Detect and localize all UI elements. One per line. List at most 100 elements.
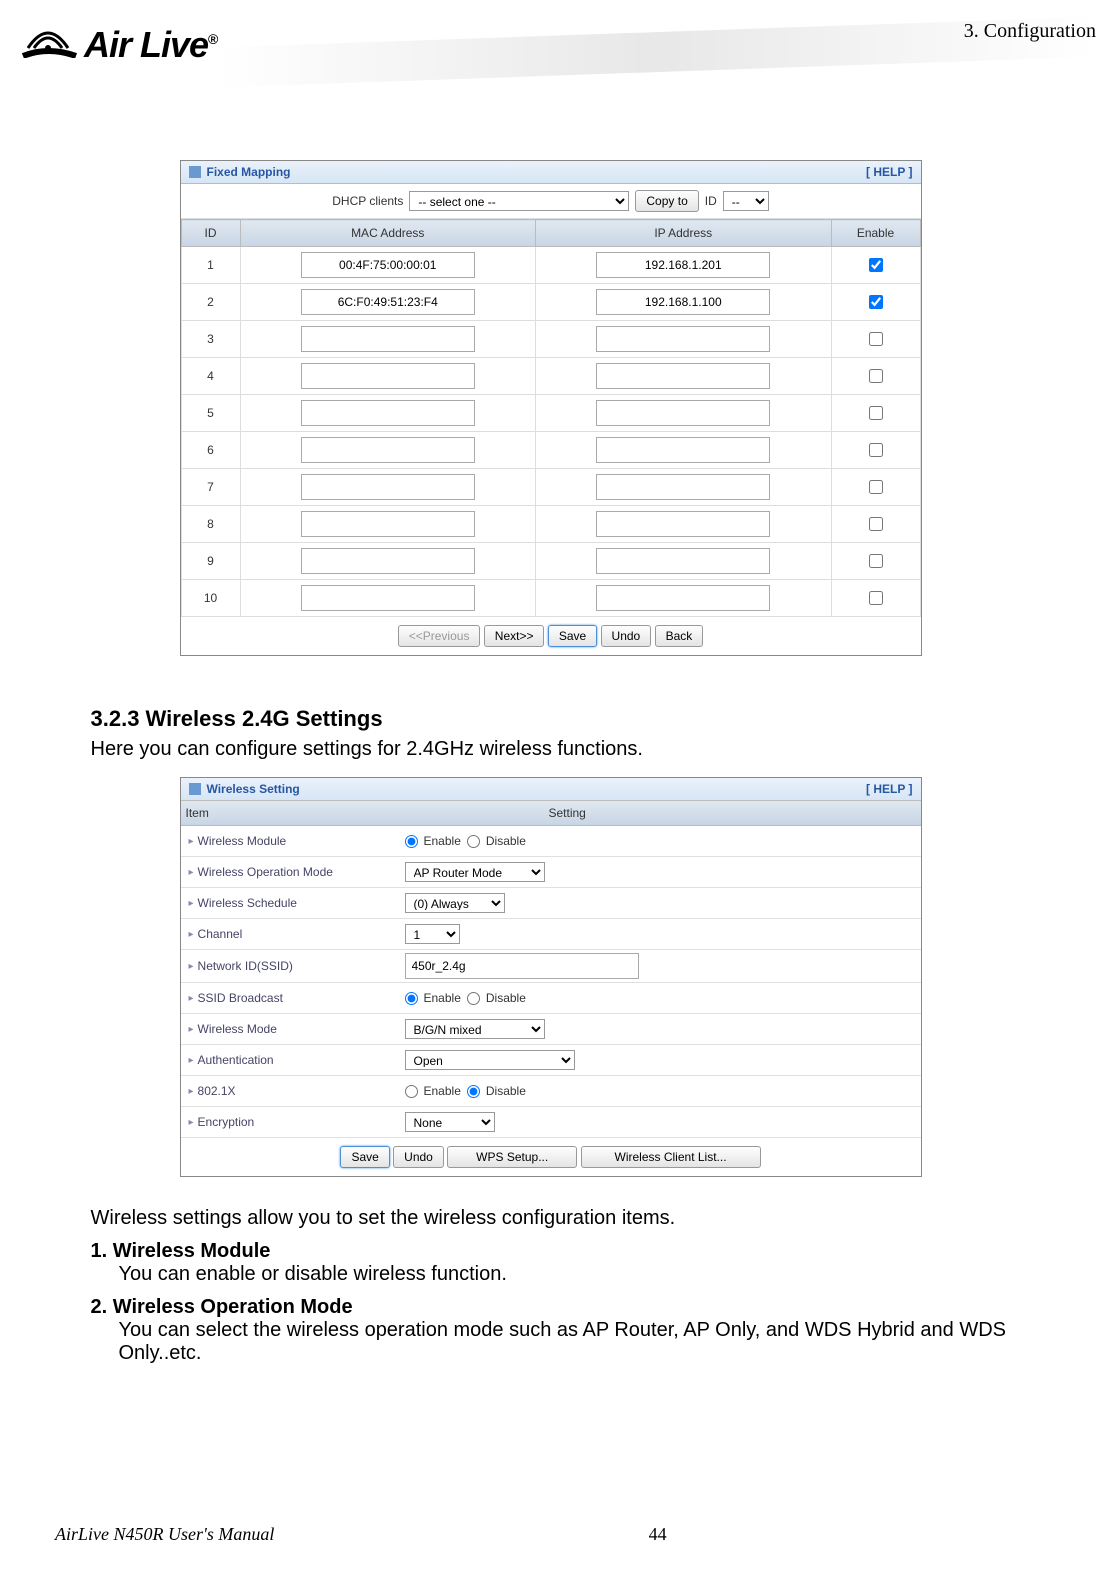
enable-checkbox[interactable] bbox=[869, 554, 883, 568]
enable-checkbox[interactable] bbox=[869, 295, 883, 309]
mac-input[interactable] bbox=[301, 437, 475, 463]
mapping-table: ID MAC Address IP Address Enable 1 2 3 4… bbox=[181, 219, 921, 617]
ip-input[interactable] bbox=[596, 437, 770, 463]
fixed-mapping-title: Fixed Mapping bbox=[207, 165, 291, 179]
wireless-desc-lead: Wireless settings allow you to set the w… bbox=[91, 1207, 1011, 1230]
radio-enable[interactable] bbox=[405, 835, 418, 848]
mac-input[interactable] bbox=[301, 326, 475, 352]
wireless-save-button[interactable]: Save bbox=[340, 1146, 389, 1168]
wireless-item-label: Channel bbox=[181, 927, 399, 941]
ip-input[interactable] bbox=[596, 511, 770, 537]
enable-checkbox[interactable] bbox=[869, 517, 883, 531]
previous-button[interactable]: <<Previous bbox=[398, 625, 481, 647]
enable-checkbox[interactable] bbox=[869, 591, 883, 605]
undo-button[interactable]: Undo bbox=[601, 625, 652, 647]
row-id: 6 bbox=[181, 432, 240, 469]
section-intro: Here you can configure settings for 2.4G… bbox=[91, 738, 1011, 761]
table-row: 1 bbox=[181, 247, 920, 284]
ip-input[interactable] bbox=[596, 363, 770, 389]
ip-input[interactable] bbox=[596, 400, 770, 426]
radio-enable[interactable] bbox=[405, 992, 418, 1005]
wireless-select[interactable]: None bbox=[405, 1112, 495, 1132]
back-button[interactable]: Back bbox=[655, 625, 704, 647]
enable-checkbox[interactable] bbox=[869, 258, 883, 272]
wireless-undo-button[interactable]: Undo bbox=[393, 1146, 444, 1168]
enable-checkbox[interactable] bbox=[869, 369, 883, 383]
enable-checkbox[interactable] bbox=[869, 443, 883, 457]
ip-input[interactable] bbox=[596, 252, 770, 278]
row-id: 2 bbox=[181, 284, 240, 321]
chapter-label: 3. Configuration bbox=[964, 20, 1096, 43]
wireless-item-label: Wireless Operation Mode bbox=[181, 865, 399, 879]
wireless-row: Channel 1 bbox=[181, 919, 921, 950]
id-label: ID bbox=[705, 194, 717, 208]
wps-setup-button[interactable]: WPS Setup... bbox=[447, 1146, 577, 1168]
wireless-select[interactable]: Open bbox=[405, 1050, 575, 1070]
mac-input[interactable] bbox=[301, 400, 475, 426]
mac-input[interactable] bbox=[301, 289, 475, 315]
mac-input[interactable] bbox=[301, 252, 475, 278]
logo-text: Air Live bbox=[84, 24, 208, 65]
ip-input[interactable] bbox=[596, 289, 770, 315]
copy-to-button[interactable]: Copy to bbox=[635, 190, 698, 212]
wireless-select[interactable]: AP Router Mode bbox=[405, 862, 545, 882]
brand-logo: Air Live® bbox=[18, 8, 217, 66]
wireless-item-label: Wireless Mode bbox=[181, 1022, 399, 1036]
footer-manual: AirLive N450R User's Manual bbox=[55, 1524, 274, 1545]
ip-input[interactable] bbox=[596, 548, 770, 574]
radio-label: Enable bbox=[424, 834, 461, 848]
row-id: 8 bbox=[181, 506, 240, 543]
wireless-module-desc: You can enable or disable wireless funct… bbox=[91, 1263, 1011, 1286]
mac-input[interactable] bbox=[301, 548, 475, 574]
radio-disable[interactable] bbox=[467, 992, 480, 1005]
id-select[interactable]: -- bbox=[723, 191, 769, 211]
enable-checkbox[interactable] bbox=[869, 406, 883, 420]
wireless-title: Wireless Setting bbox=[207, 782, 300, 796]
table-row: 6 bbox=[181, 432, 920, 469]
help-link[interactable]: [ HELP ] bbox=[866, 782, 912, 796]
wireless-select[interactable]: 1 bbox=[405, 924, 460, 944]
next-button[interactable]: Next>> bbox=[484, 625, 545, 647]
radio-disable[interactable] bbox=[467, 1085, 480, 1098]
dhcp-clients-select[interactable]: -- select one -- bbox=[409, 191, 629, 211]
table-row: 7 bbox=[181, 469, 920, 506]
radio-enable[interactable] bbox=[405, 1085, 418, 1098]
table-row: 10 bbox=[181, 580, 920, 617]
row-id: 10 bbox=[181, 580, 240, 617]
panel-icon bbox=[189, 783, 201, 795]
footer-page: 44 bbox=[649, 1524, 667, 1545]
col-item: Item bbox=[181, 801, 214, 825]
ip-input[interactable] bbox=[596, 585, 770, 611]
wireless-select[interactable]: B/G/N mixed bbox=[405, 1019, 545, 1039]
wireless-select[interactable]: (0) Always bbox=[405, 893, 505, 913]
wireless-client-list-button[interactable]: Wireless Client List... bbox=[581, 1146, 761, 1168]
save-button[interactable]: Save bbox=[548, 625, 597, 647]
wireless-item-label: Wireless Schedule bbox=[181, 896, 399, 910]
mac-input[interactable] bbox=[301, 511, 475, 537]
row-id: 7 bbox=[181, 469, 240, 506]
mac-input[interactable] bbox=[301, 474, 475, 500]
logo-reg: ® bbox=[208, 31, 217, 47]
logo-wave-icon bbox=[18, 8, 78, 48]
row-id: 1 bbox=[181, 247, 240, 284]
ip-input[interactable] bbox=[596, 474, 770, 500]
radio-label: Disable bbox=[486, 834, 526, 848]
table-row: 2 bbox=[181, 284, 920, 321]
ssid-input[interactable] bbox=[405, 953, 639, 979]
wireless-opmode-title: 2. Wireless Operation Mode bbox=[91, 1296, 353, 1318]
radio-disable[interactable] bbox=[467, 835, 480, 848]
enable-checkbox[interactable] bbox=[869, 332, 883, 346]
mac-input[interactable] bbox=[301, 363, 475, 389]
wireless-row: AuthenticationOpen bbox=[181, 1045, 921, 1076]
wireless-item-label: 802.1X bbox=[181, 1084, 399, 1098]
table-row: 5 bbox=[181, 395, 920, 432]
wireless-row: Network ID(SSID) bbox=[181, 950, 921, 983]
help-link[interactable]: [ HELP ] bbox=[866, 165, 912, 179]
panel-icon bbox=[189, 166, 201, 178]
wireless-row: Wireless Mode B/G/N mixed bbox=[181, 1014, 921, 1045]
ip-input[interactable] bbox=[596, 326, 770, 352]
table-row: 4 bbox=[181, 358, 920, 395]
mac-input[interactable] bbox=[301, 585, 475, 611]
enable-checkbox[interactable] bbox=[869, 480, 883, 494]
wireless-opmode-desc: You can select the wireless operation mo… bbox=[91, 1319, 1011, 1365]
